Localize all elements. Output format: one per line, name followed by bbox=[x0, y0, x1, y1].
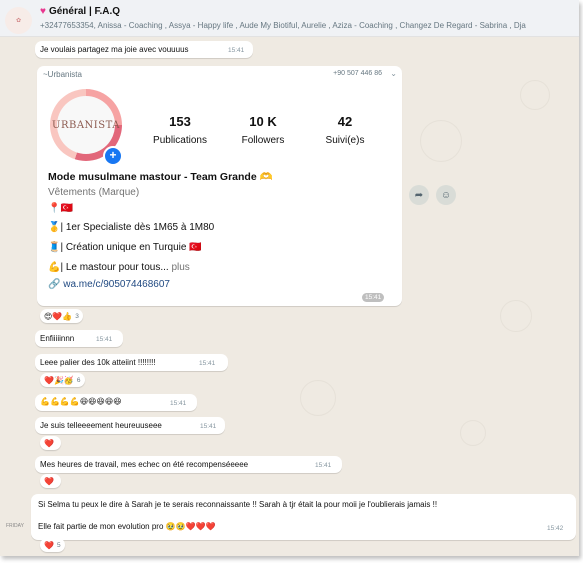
stat-following-count: 42 bbox=[337, 114, 353, 129]
stat-followers-count: 10 K bbox=[249, 114, 277, 129]
wallpaper-doodle bbox=[420, 120, 462, 162]
sender-name[interactable]: ~Urbanista bbox=[43, 70, 82, 79]
stat-followers-label: Followers bbox=[241, 135, 285, 146]
chat-header[interactable]: ✿ ♥ Général | F.A.Q +32477653354, Anissa … bbox=[0, 0, 579, 37]
bio-line: 🧵| Création unique en Turquie 🇹🇷 bbox=[48, 242, 202, 253]
reaction-bar[interactable]: ❤️ 5 bbox=[40, 538, 65, 552]
message-time: 15:42 bbox=[547, 525, 564, 532]
message-time: 15:41 bbox=[200, 423, 217, 430]
reaction-bar[interactable]: 😍❤️👍 3 bbox=[40, 309, 83, 323]
message-bubble[interactable]: Leee palier des 10k atteiint !!!!!!!! 15… bbox=[35, 354, 228, 371]
group-avatar[interactable]: ✿ bbox=[5, 7, 32, 34]
wallpaper-doodle bbox=[520, 80, 550, 110]
message-bubble[interactable]: Je voulais partagez ma joie avec vouuuus… bbox=[35, 41, 253, 58]
message-text: Elle fait partie de mon evolution pro 🥹🥹… bbox=[38, 522, 216, 531]
wallpaper-doodle bbox=[460, 420, 486, 446]
message-bubble[interactable]: Mes heures de travail, mes echec on été … bbox=[35, 456, 342, 473]
profile-link[interactable]: 🔗 wa.me/c/905074468607 bbox=[48, 279, 170, 290]
forward-icon[interactable]: ➦ bbox=[409, 185, 429, 205]
heart-icon: ♥ bbox=[40, 6, 46, 17]
wallpaper-doodle bbox=[500, 300, 532, 332]
message-bubble[interactable]: 💪💪💪💪😆😆😆😆😆 15:41 bbox=[35, 394, 197, 411]
message-text: Leee palier des 10k atteiint !!!!!!!! bbox=[40, 358, 156, 367]
group-title[interactable]: ♥ Général | F.A.Q bbox=[40, 6, 120, 17]
message-time: 15:41 bbox=[228, 47, 245, 54]
reaction-bar[interactable]: ❤️ bbox=[40, 436, 61, 450]
link-icon: 🔗 bbox=[48, 279, 64, 290]
brand-logo: URBANISTA bbox=[52, 119, 120, 131]
message-time: 15:41 bbox=[170, 400, 187, 407]
wallpaper-doodle bbox=[300, 380, 336, 416]
message-text: Je voulais partagez ma joie avec vouuuus bbox=[40, 45, 189, 54]
message-time: 15:41 bbox=[96, 336, 113, 343]
chevron-down-icon[interactable]: ⌄ bbox=[390, 69, 397, 78]
bio-line: 💪| Le mastour pour tous... plus bbox=[48, 262, 190, 273]
profile-name: Mode musulmane mastour - Team Grande 🫶 bbox=[48, 171, 273, 183]
group-members[interactable]: +32477653354, Anissa - Coaching , Assya … bbox=[40, 21, 526, 30]
stat-publications-label: Publications bbox=[153, 135, 207, 146]
sender-avatar[interactable]: FRIDAY bbox=[6, 523, 24, 529]
stat-publications-count: 153 bbox=[169, 114, 191, 129]
message-bubble[interactable]: Je suis telleeeement heureuuseee 15:41 bbox=[35, 417, 225, 434]
message-time: 15:41 bbox=[199, 360, 216, 367]
reaction-bar[interactable]: ❤️🎉🥳 6 bbox=[40, 373, 85, 387]
message-text: Si Selma tu peux le dire à Sarah je te s… bbox=[38, 500, 438, 509]
message-bubble[interactable]: Si Selma tu peux le dire à Sarah je te s… bbox=[31, 494, 576, 540]
profile-category: Vêtements (Marque) bbox=[48, 187, 140, 198]
emoji-react-icon[interactable]: ☺ bbox=[436, 185, 456, 205]
reaction-bar[interactable]: ❤️ bbox=[40, 474, 61, 488]
sender-phone: +90 507 446 86 bbox=[333, 70, 382, 77]
message-bubble[interactable]: Enfiiiiinnn 15:41 bbox=[35, 330, 123, 347]
bio-line: 🥇| 1er Specialiste dès 1M65 à 1M80 bbox=[48, 222, 215, 233]
message-text: Enfiiiiinnn bbox=[40, 334, 75, 343]
message-text: 💪💪💪💪😆😆😆😆😆 bbox=[40, 397, 122, 406]
stat-following-label: Suivi(e)s bbox=[325, 135, 365, 146]
message-time: 15:41 bbox=[315, 462, 332, 469]
more-link[interactable]: plus bbox=[169, 262, 189, 273]
message-text: Je suis telleeeement heureuuseee bbox=[40, 421, 162, 430]
add-icon[interactable]: + bbox=[103, 146, 123, 166]
message-time: 15:41 bbox=[362, 293, 385, 302]
chat-window: ✿ ♥ Général | F.A.Q +32477653354, Anissa … bbox=[0, 0, 579, 556]
message-text: Mes heures de travail, mes echec on été … bbox=[40, 460, 249, 469]
bio-line: 📍🇹🇷 bbox=[48, 203, 73, 214]
